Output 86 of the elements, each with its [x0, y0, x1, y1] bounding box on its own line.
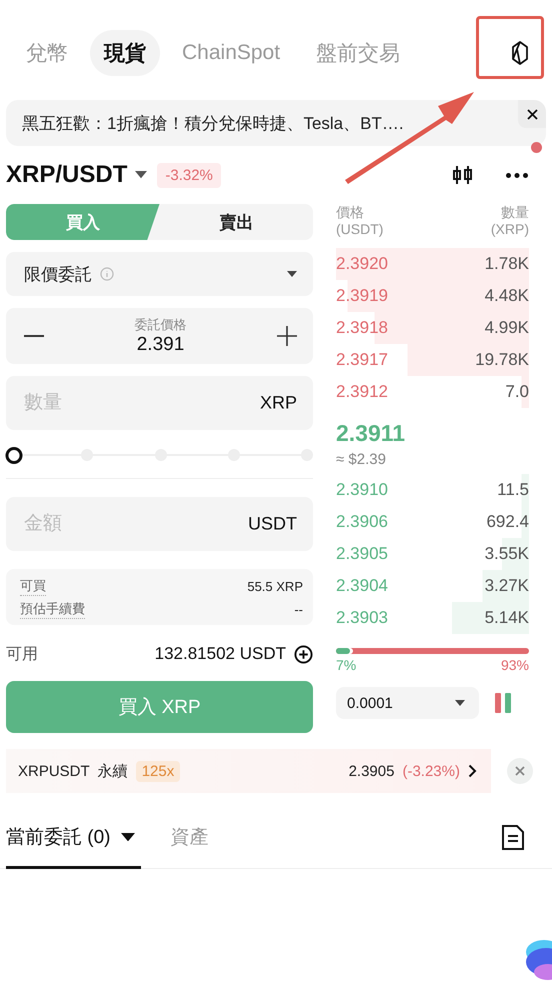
- order-row[interactable]: 2.3903 5.14K: [336, 602, 529, 634]
- order-type-select[interactable]: 限價委託: [6, 252, 313, 296]
- unit-label: USDT: [248, 514, 297, 534]
- depth-view-button[interactable]: [495, 693, 512, 713]
- gem-icon: [511, 41, 529, 65]
- info-icon: [100, 267, 114, 281]
- banner-text: 黑五狂歡：1折瘋搶！積分兌保時捷、Tesla、BT….: [22, 112, 404, 134]
- bars-icon: [495, 693, 512, 713]
- perpetual-bar[interactable]: XRPUSDT 永續 125x 2.3905 (-3.23%): [6, 749, 491, 793]
- order-price: 2.3918: [336, 318, 388, 338]
- order-price: 2.3906: [336, 512, 388, 532]
- market-tab[interactable]: 現貨: [90, 30, 160, 76]
- order-row[interactable]: 2.3904 3.27K: [336, 570, 529, 602]
- order-price: 2.3910: [336, 480, 388, 500]
- order-quantity: 1.78K: [484, 254, 529, 274]
- plus-icon[interactable]: [277, 326, 297, 346]
- perpetual-change: (-3.23%): [402, 762, 460, 780]
- perpetual-symbol: XRPUSDT: [18, 762, 90, 780]
- order-price: 2.3919: [336, 286, 388, 306]
- last-price: 2.3911: [336, 420, 406, 447]
- order-price: 2.3912: [336, 382, 388, 402]
- candlestick-button[interactable]: [452, 164, 474, 186]
- order-price: 2.3903: [336, 608, 388, 628]
- order-price: 2.3920: [336, 254, 388, 274]
- order-row[interactable]: 2.3910 11.5: [336, 474, 529, 506]
- price-field[interactable]: 委託價格 2.391: [6, 308, 313, 364]
- order-row[interactable]: 2.3905 3.55K: [336, 538, 529, 570]
- close-button[interactable]: [518, 100, 546, 128]
- slider-thumb[interactable]: [6, 446, 22, 464]
- document-button[interactable]: [502, 825, 524, 850]
- chevron-icon: [468, 764, 477, 778]
- precision-select[interactable]: 0.0001: [336, 687, 479, 719]
- sell-ratio: 93%: [500, 657, 529, 673]
- column-unit: (USDT): [336, 221, 384, 237]
- field-label: 委託價格: [134, 316, 186, 334]
- side-tab[interactable]: 賣出: [160, 204, 313, 240]
- order-quantity: 3.55K: [484, 544, 529, 564]
- document-icon: [502, 825, 524, 850]
- order-quantity: 11.5: [497, 480, 529, 500]
- column-unit: (XRP): [490, 221, 529, 237]
- order-quantity: 692.4: [486, 512, 529, 532]
- order-quantity: 3.27K: [484, 576, 529, 596]
- leverage-tag: 125x: [136, 760, 180, 782]
- caret-icon: [120, 832, 134, 842]
- contract-type: 永續: [98, 762, 128, 780]
- caret-icon: [287, 271, 297, 277]
- caret-icon: [455, 700, 465, 706]
- order-row[interactable]: 2.3917 19.78K: [336, 344, 529, 376]
- orders-tab[interactable]: 當前委託 (0): [6, 824, 140, 869]
- info-label: 可買: [20, 577, 46, 596]
- price-change: -3.32%: [157, 162, 221, 188]
- perpetual-price: 2.3905: [348, 762, 394, 780]
- order-price: 2.3917: [336, 350, 388, 370]
- info-value: --: [294, 602, 303, 617]
- close-icon: [526, 108, 538, 120]
- pair-selector[interactable]: XRP/USDT: [6, 161, 148, 189]
- column-header: 價格: [336, 204, 364, 220]
- order-row[interactable]: 2.3906 692.4: [336, 506, 529, 538]
- info-label: 預估手續費: [20, 600, 85, 619]
- more-icon: [506, 172, 528, 178]
- order-row[interactable]: 2.3920 1.78K: [336, 248, 529, 280]
- order-row[interactable]: 2.3918 4.99K: [336, 312, 529, 344]
- candlestick-icon: [452, 164, 474, 186]
- info-value: 55.5 XRP: [247, 579, 303, 594]
- promo-banner[interactable]: 黑五狂歡：1折瘋搶！積分兌保時捷、Tesla、BT….: [6, 100, 546, 146]
- add-icon[interactable]: [294, 644, 313, 664]
- column-header: 數量: [501, 204, 529, 220]
- order-quantity: 19.78K: [475, 350, 529, 370]
- unit-label: XRP: [260, 392, 297, 414]
- order-quantity: 5.14K: [484, 608, 529, 628]
- order-row[interactable]: 2.3912 7.0: [336, 376, 529, 408]
- order-row[interactable]: 2.3919 4.48K: [336, 280, 529, 312]
- order-price: 2.3904: [336, 576, 388, 596]
- available-balance: 132.81502 USDT: [154, 644, 286, 664]
- order-quantity: 7.0: [505, 382, 529, 402]
- highlight-box: [476, 16, 544, 79]
- buy-ratio: 7%: [336, 657, 356, 673]
- fiat-price: ≈ $2.39: [336, 451, 387, 468]
- caret-icon: [135, 171, 148, 179]
- order-price: 2.3905: [336, 544, 388, 564]
- order-quantity: 4.48K: [484, 286, 529, 306]
- order-quantity: 4.99K: [484, 318, 529, 338]
- available-label: 可用: [6, 644, 38, 664]
- price-value: 2.391: [136, 334, 184, 356]
- close-icon: [515, 766, 525, 776]
- more-button[interactable]: [506, 172, 528, 178]
